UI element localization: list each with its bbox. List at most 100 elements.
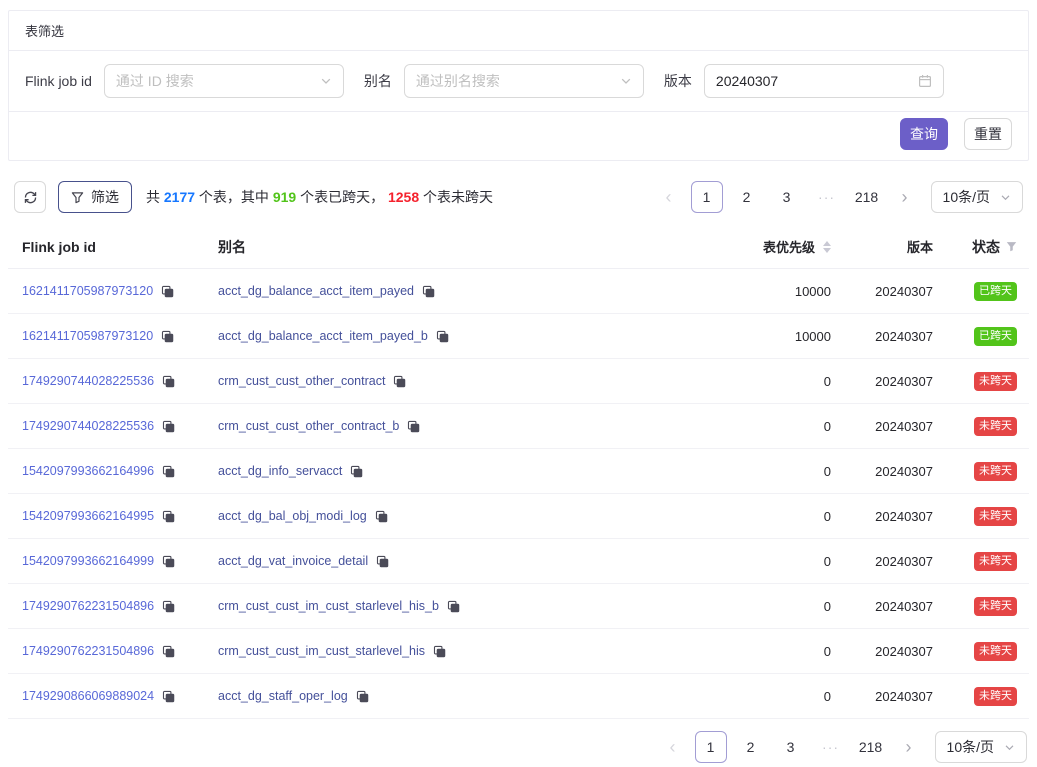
summary-prefix: 共	[146, 189, 164, 205]
alias-link[interactable]: crm_cust_cust_other_contract_b	[218, 419, 399, 433]
status-badge: 已跨天	[974, 327, 1017, 346]
status-badge: 未跨天	[974, 462, 1017, 481]
job-id-link[interactable]: 1749290744028225536	[22, 374, 154, 388]
status-badge: 未跨天	[974, 417, 1017, 436]
job-id-link[interactable]: 1542097993662164995	[22, 509, 154, 523]
table-body: 1621411705987973120 acct_dg_balance_acct…	[8, 269, 1029, 719]
pagination-prev-icon[interactable]: ‹	[655, 181, 683, 213]
flink-job-id-select[interactable]: 通过 ID 搜索	[104, 64, 344, 98]
copy-icon[interactable]	[161, 330, 174, 343]
pagination-page-1[interactable]: 1	[691, 181, 723, 213]
job-id-link[interactable]: 1749290744028225536	[22, 419, 154, 433]
status-badge: 未跨天	[974, 507, 1017, 526]
table-row: 1621411705987973120 acct_dg_balance_acct…	[8, 314, 1029, 359]
alias-link[interactable]: acct_dg_info_servacct	[218, 464, 342, 478]
query-button[interactable]: 查询	[900, 118, 948, 150]
field-flink-job-id: Flink job id 通过 ID 搜索	[25, 64, 344, 98]
version-value: 20240307	[837, 374, 937, 389]
job-id-link[interactable]: 1542097993662164996	[22, 464, 154, 478]
copy-icon[interactable]	[161, 285, 174, 298]
chevron-down-icon	[1000, 192, 1011, 203]
job-id-link[interactable]: 1542097993662164999	[22, 554, 154, 568]
pagination-bottom: ‹123···218›	[659, 731, 923, 763]
alias-select[interactable]: 通过别名搜索	[404, 64, 644, 98]
version-value: 20240307	[837, 284, 937, 299]
copy-icon[interactable]	[433, 645, 446, 658]
copy-icon[interactable]	[350, 465, 363, 478]
priority-value: 10000	[607, 284, 837, 299]
refresh-button[interactable]	[14, 181, 46, 213]
priority-value: 10000	[607, 329, 837, 344]
pagination-next-icon[interactable]: ›	[895, 731, 923, 763]
alias-link[interactable]: acct_dg_staff_oper_log	[218, 689, 348, 703]
version-date-input[interactable]: 20240307	[704, 64, 944, 98]
copy-icon[interactable]	[375, 510, 388, 523]
alias-link[interactable]: crm_cust_cust_im_cust_starlevel_his_b	[218, 599, 439, 613]
alias-link[interactable]: acct_dg_balance_acct_item_payed	[218, 284, 414, 298]
col-header-priority[interactable]: 表优先级	[607, 237, 837, 256]
status-badge: 已跨天	[974, 282, 1017, 301]
filter-card: 表筛选 Flink job id 通过 ID 搜索 别名 通过别名搜索	[8, 10, 1029, 161]
copy-icon[interactable]	[447, 600, 460, 613]
version-value: 20240307	[837, 419, 937, 434]
pagination-next-icon[interactable]: ›	[891, 181, 919, 213]
alias-link[interactable]: acct_dg_vat_invoice_detail	[218, 554, 368, 568]
job-id-link[interactable]: 1749290762231504896	[22, 599, 154, 613]
alias-link[interactable]: acct_dg_balance_acct_item_payed_b	[218, 329, 428, 343]
sort-icon[interactable]	[823, 241, 831, 253]
job-id-link[interactable]: 1621411705987973120	[22, 284, 153, 298]
status-badge: 未跨天	[974, 552, 1017, 571]
table-row: 1542097993662164999 acct_dg_vat_invoice_…	[8, 539, 1029, 584]
copy-icon[interactable]	[407, 420, 420, 433]
job-id-link[interactable]: 1749290866069889024	[22, 689, 154, 703]
summary-seg2: 个表已跨天，	[296, 189, 388, 205]
alias-label: 别名	[364, 71, 392, 91]
reset-button[interactable]: 重置	[964, 118, 1012, 150]
copy-icon[interactable]	[393, 375, 406, 388]
copy-icon[interactable]	[162, 420, 175, 433]
copy-icon[interactable]	[162, 375, 175, 388]
copy-icon[interactable]	[162, 555, 175, 568]
priority-value: 0	[607, 509, 837, 524]
page-size-select[interactable]: 10条/页	[935, 731, 1027, 763]
pagination-page-3[interactable]: 3	[775, 731, 807, 763]
chevron-down-icon	[1004, 742, 1015, 753]
job-id-link[interactable]: 1621411705987973120	[22, 329, 153, 343]
table-row: 1749290762231504896 crm_cust_cust_im_cus…	[8, 584, 1029, 629]
pagination-page-1[interactable]: 1	[695, 731, 727, 763]
page-size-select[interactable]: 10条/页	[931, 181, 1023, 213]
status-header-label: 状态	[972, 237, 1000, 257]
filter-fields-row: Flink job id 通过 ID 搜索 别名 通过别名搜索	[9, 51, 1028, 112]
alias-link[interactable]: crm_cust_cust_other_contract	[218, 374, 385, 388]
page: 表筛选 Flink job id 通过 ID 搜索 别名 通过别名搜索	[0, 0, 1037, 763]
copy-icon[interactable]	[162, 600, 175, 613]
table-row: 1542097993662164996 acct_dg_info_servacc…	[8, 449, 1029, 494]
pagination-page-2[interactable]: 2	[731, 181, 763, 213]
results-table: Flink job id 别名 表优先级 版本 状态 1621411705987…	[8, 225, 1029, 719]
copy-icon[interactable]	[422, 285, 435, 298]
refresh-icon	[23, 190, 38, 205]
summary-crossed-count: 919	[273, 189, 296, 205]
pagination-page-218[interactable]: 218	[851, 181, 883, 213]
copy-icon[interactable]	[162, 690, 175, 703]
table-row: 1749290762231504896 crm_cust_cust_im_cus…	[8, 629, 1029, 674]
copy-icon[interactable]	[162, 645, 175, 658]
alias-link[interactable]: crm_cust_cust_im_cust_starlevel_his	[218, 644, 425, 658]
version-value: 20240307	[837, 464, 937, 479]
pagination-page-218[interactable]: 218	[855, 731, 887, 763]
copy-icon[interactable]	[162, 465, 175, 478]
summary-seg1: 个表，其中	[195, 189, 273, 205]
bottom-pagination-bar: ‹123···218› 10条/页	[8, 731, 1029, 763]
copy-icon[interactable]	[162, 510, 175, 523]
column-filter-icon[interactable]	[1006, 241, 1017, 252]
table-row: 1749290744028225536 crm_cust_cust_other_…	[8, 404, 1029, 449]
copy-icon[interactable]	[436, 330, 449, 343]
copy-icon[interactable]	[356, 690, 369, 703]
copy-icon[interactable]	[376, 555, 389, 568]
pagination-page-2[interactable]: 2	[735, 731, 767, 763]
pagination-page-3[interactable]: 3	[771, 181, 803, 213]
alias-link[interactable]: acct_dg_bal_obj_modi_log	[218, 509, 367, 523]
filter-button[interactable]: 筛选	[58, 181, 132, 213]
pagination-prev-icon[interactable]: ‹	[659, 731, 687, 763]
job-id-link[interactable]: 1749290762231504896	[22, 644, 154, 658]
